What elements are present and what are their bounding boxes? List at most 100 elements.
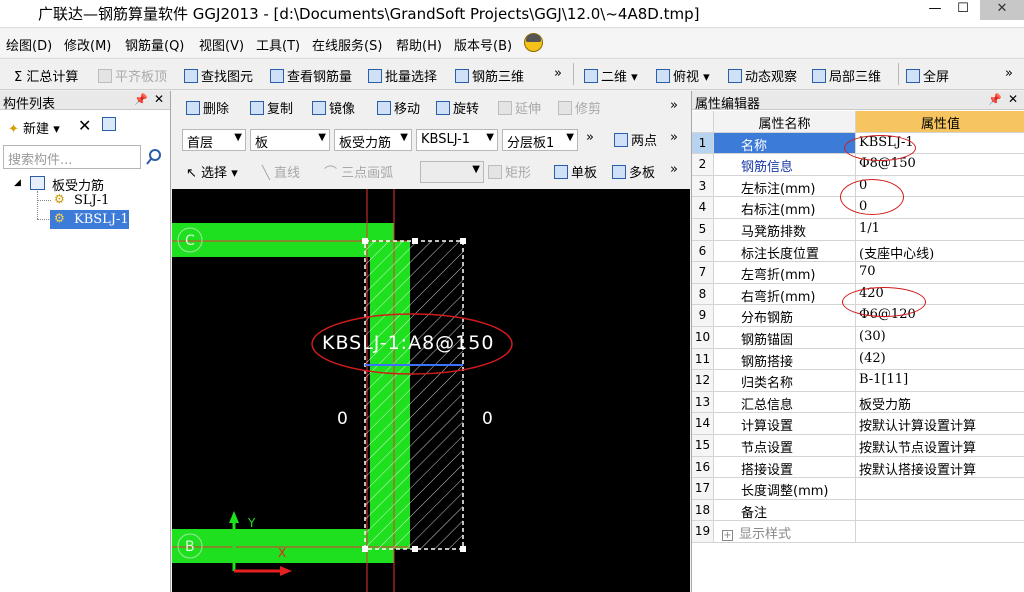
edit-toolbar-overflow[interactable]: » bbox=[670, 98, 678, 113]
expand-plus-icon[interactable]: + bbox=[722, 530, 733, 542]
select-button[interactable]: ↖ 选择 ▾ bbox=[186, 162, 238, 181]
property-row[interactable]: 19 + 显示样式 bbox=[692, 521, 1024, 543]
tree-item-slj-1[interactable]: SLJ-1 bbox=[74, 193, 109, 208]
two-points-button[interactable]: 两点 bbox=[614, 130, 657, 149]
property-value[interactable]: 按默认搭接设置计算 bbox=[856, 457, 1024, 478]
flat-slab-button[interactable]: 平齐板顶 bbox=[98, 66, 167, 85]
copy-button[interactable]: 复制 bbox=[250, 98, 293, 117]
trim-button[interactable]: 修剪 bbox=[558, 98, 601, 117]
property-row[interactable]: 7 左弯折(mm) 70 bbox=[692, 262, 1024, 284]
batch-select-button[interactable]: 批量选择 bbox=[368, 66, 437, 85]
property-value[interactable] bbox=[856, 521, 1024, 542]
view-rebar-button[interactable]: 查看钢筋量 bbox=[270, 66, 352, 85]
grip-handle[interactable] bbox=[412, 238, 418, 244]
dynamic-view-button[interactable]: 动态观察 bbox=[728, 66, 797, 85]
menu-tools[interactable]: 工具(T) bbox=[256, 35, 300, 54]
menu-version[interactable]: 版本号(B) bbox=[454, 35, 512, 54]
toolbar-overflow-1[interactable]: » bbox=[554, 66, 562, 81]
fullscreen-button[interactable]: 全屏 bbox=[906, 66, 949, 85]
top-view-dropdown[interactable]: 俯视 ▾ bbox=[656, 66, 710, 85]
rebar-hatch-area[interactable] bbox=[365, 241, 463, 549]
arc-mode-select[interactable]: ▼ bbox=[420, 161, 484, 183]
property-row[interactable]: 9 分布钢筋 Φ6@120 bbox=[692, 305, 1024, 327]
tree-collapse-icon[interactable]: ◢ bbox=[14, 178, 21, 188]
property-value[interactable]: 按默认计算设置计算 bbox=[856, 413, 1024, 434]
grip-handle[interactable] bbox=[362, 546, 368, 552]
menu-help[interactable]: 帮助(H) bbox=[396, 35, 442, 54]
menu-draw[interactable]: 绘图(D) bbox=[6, 35, 52, 54]
pin-icon[interactable]: 📌 bbox=[134, 93, 148, 106]
property-row[interactable]: 1 名称 KBSLJ-1 bbox=[692, 132, 1024, 155]
property-row[interactable]: 17 长度调整(mm) bbox=[692, 478, 1024, 500]
grip-handle[interactable] bbox=[460, 546, 466, 552]
new-component-button[interactable]: ✦ 新建 ▾ bbox=[8, 118, 60, 137]
property-value[interactable]: 0 bbox=[856, 197, 1024, 218]
property-row[interactable]: 12 归类名称 B-1[11] bbox=[692, 370, 1024, 392]
close-button[interactable]: ✕ bbox=[980, 0, 1024, 20]
grip-handle[interactable] bbox=[460, 238, 466, 244]
property-value[interactable]: B-1[11] bbox=[856, 370, 1024, 391]
menu-modify[interactable]: 修改(M) bbox=[64, 35, 111, 54]
property-value[interactable]: 1/1 bbox=[856, 219, 1024, 240]
property-value[interactable]: KBSLJ-1 bbox=[856, 133, 1024, 154]
property-value[interactable]: (支座中心线) bbox=[856, 241, 1024, 262]
property-value[interactable]: 70 bbox=[856, 262, 1024, 283]
property-value[interactable] bbox=[856, 478, 1024, 499]
multi-slab-button[interactable]: 多板 bbox=[612, 162, 655, 181]
property-row[interactable]: 13 汇总信息 板受力筋 bbox=[692, 391, 1024, 414]
component-search-input[interactable]: 搜索构件... bbox=[3, 145, 141, 169]
property-row[interactable]: 8 右弯折(mm) 420 bbox=[692, 283, 1024, 306]
property-value[interactable]: Φ6@120 bbox=[856, 305, 1024, 326]
view-2d-dropdown[interactable]: 二维 ▾ bbox=[584, 66, 638, 85]
layer-select[interactable]: 分层板1 ▼ bbox=[502, 129, 578, 151]
minimize-button[interactable]: — bbox=[920, 0, 950, 20]
property-row[interactable]: 10 钢筋锚固 (30) bbox=[692, 327, 1024, 349]
local-3d-button[interactable]: 局部三维 bbox=[812, 66, 881, 85]
line-button[interactable]: ╲ 直线 bbox=[262, 162, 300, 181]
property-row[interactable]: 3 左标注(mm) 0 bbox=[692, 175, 1024, 198]
sum-calc-button[interactable]: Σ 汇总计算 bbox=[14, 66, 78, 85]
rebar-3d-button[interactable]: 钢筋三维 bbox=[455, 66, 524, 85]
property-row[interactable]: 2 钢筋信息 Φ8@150 bbox=[692, 154, 1024, 176]
floor-select[interactable]: 首层 ▼ bbox=[182, 129, 246, 151]
grip-handle[interactable] bbox=[412, 546, 418, 552]
property-row[interactable]: 14 计算设置 按默认计算设置计算 bbox=[692, 413, 1024, 435]
property-row[interactable]: 4 右标注(mm) 0 bbox=[692, 197, 1024, 219]
property-row[interactable]: 18 备注 bbox=[692, 499, 1024, 522]
rotate-button[interactable]: 旋转 bbox=[436, 98, 479, 117]
tree-item-kbslj-1[interactable]: KBSLJ-1 bbox=[74, 212, 129, 227]
property-row[interactable]: 11 钢筋搭接 (42) bbox=[692, 348, 1024, 371]
copy-component-icon[interactable] bbox=[102, 117, 116, 131]
menu-rebar-quantity[interactable]: 钢筋量(Q) bbox=[125, 35, 184, 54]
property-value[interactable]: (30) bbox=[856, 327, 1024, 348]
search-icon[interactable] bbox=[144, 146, 166, 168]
draw-toolbar-overflow[interactable]: » bbox=[670, 162, 678, 177]
menu-online-service[interactable]: 在线服务(S) bbox=[312, 35, 382, 54]
property-row[interactable]: 15 节点设置 按默认节点设置计算 bbox=[692, 435, 1024, 457]
mirror-button[interactable]: 镜像 bbox=[312, 98, 355, 117]
maximize-button[interactable]: ☐ bbox=[948, 0, 978, 20]
property-value[interactable]: 板受力筋 bbox=[856, 392, 1024, 413]
close-panel-icon[interactable]: ✕ bbox=[1008, 92, 1018, 106]
find-element-button[interactable]: 查找图元 bbox=[184, 66, 253, 85]
property-row[interactable]: 16 搭接设置 按默认搭接设置计算 bbox=[692, 456, 1024, 479]
selector-toolbar-overflow-2[interactable]: » bbox=[670, 130, 678, 145]
pin-icon[interactable]: 📌 bbox=[988, 93, 1002, 106]
property-value[interactable]: 420 bbox=[856, 284, 1024, 305]
property-value[interactable]: 按默认节点设置计算 bbox=[856, 435, 1024, 456]
grip-handle[interactable] bbox=[362, 238, 368, 244]
menu-view[interactable]: 视图(V) bbox=[199, 35, 244, 54]
delete-component-icon[interactable]: ✕ bbox=[78, 116, 91, 135]
toolbar-overflow-2[interactable]: » bbox=[1005, 66, 1013, 81]
property-value[interactable] bbox=[856, 500, 1024, 521]
close-panel-icon[interactable]: ✕ bbox=[154, 92, 164, 106]
single-slab-button[interactable]: 单板 bbox=[554, 162, 597, 181]
extend-button[interactable]: 延伸 bbox=[498, 98, 541, 117]
property-row[interactable]: 6 标注长度位置 (支座中心线) bbox=[692, 240, 1024, 263]
move-button[interactable]: 移动 bbox=[377, 98, 420, 117]
type-select[interactable]: 板 ▼ bbox=[250, 129, 330, 151]
property-value[interactable]: 0 bbox=[856, 176, 1024, 197]
element-select[interactable]: KBSLJ-1 ▼ bbox=[416, 129, 498, 151]
property-value[interactable]: Φ8@150 bbox=[856, 154, 1024, 175]
user-avatar-icon[interactable] bbox=[524, 33, 543, 52]
